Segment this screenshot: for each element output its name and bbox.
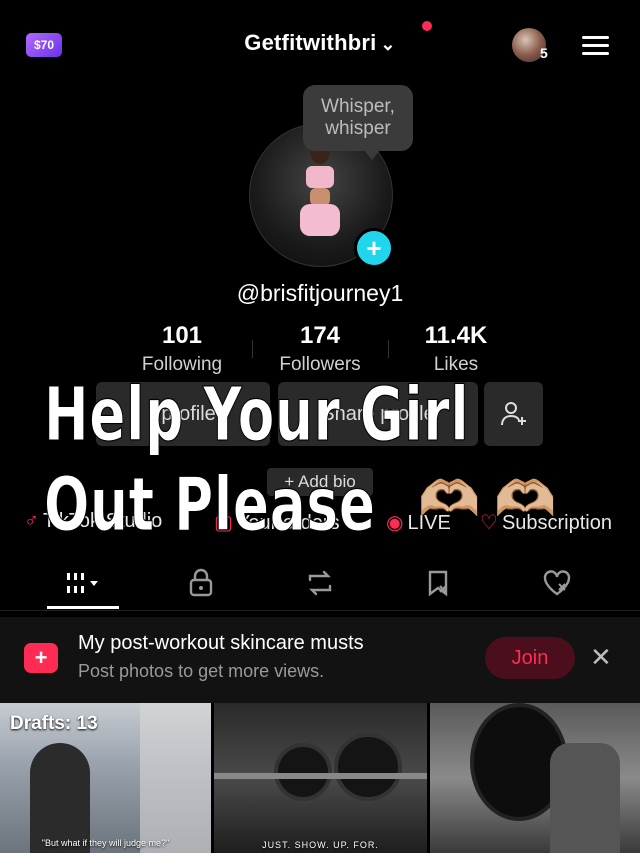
tab-liked[interactable] [522, 555, 592, 610]
lock-icon [189, 568, 213, 596]
first-aid-kit-icon: + [24, 643, 58, 673]
stat-followers[interactable]: 174 Followers [250, 322, 390, 376]
thumbnail-caption: JUST. SHOW. UP. FOR. [262, 840, 379, 850]
grid-icon [67, 572, 98, 593]
active-tab-indicator [47, 606, 119, 609]
join-button[interactable]: Join [485, 637, 575, 679]
banner-title: My post-workout skincare musts [78, 632, 364, 654]
add-friend-button[interactable] [484, 382, 543, 446]
tab-private[interactable] [166, 555, 236, 610]
overlay-line-2: Out Please [44, 462, 376, 549]
add-story-plus-icon[interactable]: + [354, 228, 394, 268]
tab-favorites[interactable] [404, 555, 474, 610]
stat-following[interactable]: 101 Following [112, 322, 252, 376]
notification-dot [422, 21, 432, 31]
overlay-line-1: Help Your Girl [44, 372, 470, 459]
note-bubble[interactable]: Whisper, whisper [303, 85, 413, 151]
bookmark-icon [428, 570, 448, 596]
likes-count: 11.4K [424, 322, 488, 349]
heart-hands-emoji: 🫶🏼 🫶🏼 [418, 471, 557, 527]
followers-count: 174 [299, 322, 341, 349]
thumbnail-caption: "But what if they will judge me?" [41, 838, 170, 848]
liked-heart-icon [543, 569, 571, 595]
tab-videos-grid[interactable] [48, 555, 118, 610]
hamburger-menu-icon[interactable] [582, 36, 609, 56]
overlay-caption: Help Your Girl Out Please [44, 370, 469, 550]
note-bubble-tail [364, 150, 380, 160]
content-tabs [0, 555, 640, 611]
stat-likes[interactable]: 11.4K Likes [386, 322, 526, 376]
add-friend-icon [500, 402, 526, 426]
profile-handle: @brisfitjourney1 [236, 280, 404, 306]
chevron-down-icon: ⌄ [380, 34, 396, 54]
note-text-line1: Whisper, [321, 96, 395, 117]
following-count: 101 [161, 322, 203, 349]
note-text-line2: whisper [325, 118, 391, 139]
friends-count: 5 [540, 45, 548, 61]
video-thumbnail[interactable] [430, 703, 640, 853]
studio-icon: ♂ [24, 510, 39, 532]
repost-icon [308, 570, 332, 595]
account-name: Getfitwithbri [244, 30, 377, 55]
tab-reposts[interactable] [285, 555, 355, 610]
video-thumbnail[interactable] [214, 703, 427, 853]
close-icon[interactable]: ✕ [590, 642, 612, 673]
drafts-label: Drafts: 13 [10, 713, 98, 734]
banner-subtitle: Post photos to get more views. [78, 661, 325, 681]
